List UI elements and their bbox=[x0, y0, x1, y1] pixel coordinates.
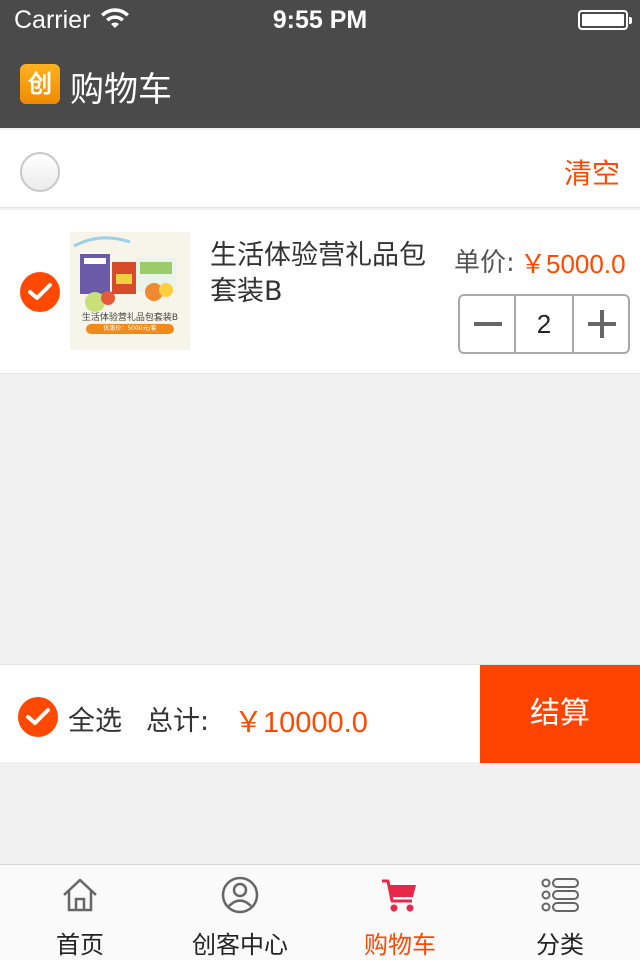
checkout-summary-bar: 全选 总计: ￥10000.0 结算 bbox=[0, 664, 640, 763]
status-bar: Carrier 9:55 PM bbox=[0, 0, 640, 40]
product-image-caption: 生活体验营礼品包套装B bbox=[81, 313, 179, 323]
app-header: 创 购物车 bbox=[0, 40, 640, 128]
cart-item: 生活体验营礼品包套装B 优惠价：5000元/套 生活体验营礼品包套装B 单价: … bbox=[0, 210, 640, 374]
app-logo: 创 bbox=[20, 64, 60, 104]
checkout-button[interactable]: 结算 bbox=[480, 665, 640, 763]
clear-cart-button[interactable]: 清空 bbox=[564, 152, 620, 192]
check-icon bbox=[26, 708, 50, 725]
page-title: 购物车 bbox=[70, 70, 172, 110]
clock: 9:55 PM bbox=[272, 6, 368, 34]
tab-maker-center[interactable]: 创客中心 bbox=[160, 865, 320, 960]
tab-cart[interactable]: 购物车 bbox=[320, 865, 480, 960]
unit-price-value: ￥5000.0 bbox=[520, 249, 626, 279]
check-icon bbox=[28, 283, 52, 300]
tab-label: 分类 bbox=[536, 931, 584, 959]
product-image-price-tag: 优惠价：5000元/套 bbox=[86, 324, 174, 334]
tab-label: 购物车 bbox=[364, 931, 436, 959]
tab-category[interactable]: 分类 bbox=[480, 865, 640, 960]
product-name[interactable]: 生活体验营礼品包套装B bbox=[210, 238, 440, 310]
tab-label: 首页 bbox=[56, 931, 104, 959]
cart-icon bbox=[382, 879, 416, 912]
unit-price-label: 单价: bbox=[454, 248, 515, 278]
quantity-stepper: 2 bbox=[458, 294, 630, 354]
select-all-checkbox[interactable] bbox=[18, 697, 58, 737]
user-icon bbox=[221, 876, 259, 914]
tab-label: 创客中心 bbox=[192, 931, 288, 959]
tab-bar: 首页 创客中心 购物车 分类 bbox=[0, 864, 640, 960]
select-all-label[interactable]: 全选 bbox=[68, 699, 122, 738]
list-icon bbox=[541, 878, 579, 912]
home-icon bbox=[63, 878, 97, 912]
battery-icon bbox=[578, 10, 632, 30]
decrease-quantity-button[interactable] bbox=[460, 296, 516, 352]
shop-select-radio[interactable] bbox=[20, 152, 60, 192]
tab-home[interactable]: 首页 bbox=[0, 865, 160, 960]
total-label: 总计: bbox=[146, 706, 210, 737]
product-image[interactable]: 生活体验营礼品包套装B 优惠价：5000元/套 bbox=[70, 232, 190, 350]
quantity-value[interactable]: 2 bbox=[516, 296, 572, 352]
cart-header-row: 清空 bbox=[0, 130, 640, 208]
item-select-checkbox[interactable] bbox=[20, 272, 60, 312]
top-bar: Carrier 9:55 PM 创 购物车 bbox=[0, 0, 640, 128]
total-value: ￥10000.0 bbox=[234, 707, 368, 739]
increase-quantity-button[interactable] bbox=[572, 296, 628, 352]
